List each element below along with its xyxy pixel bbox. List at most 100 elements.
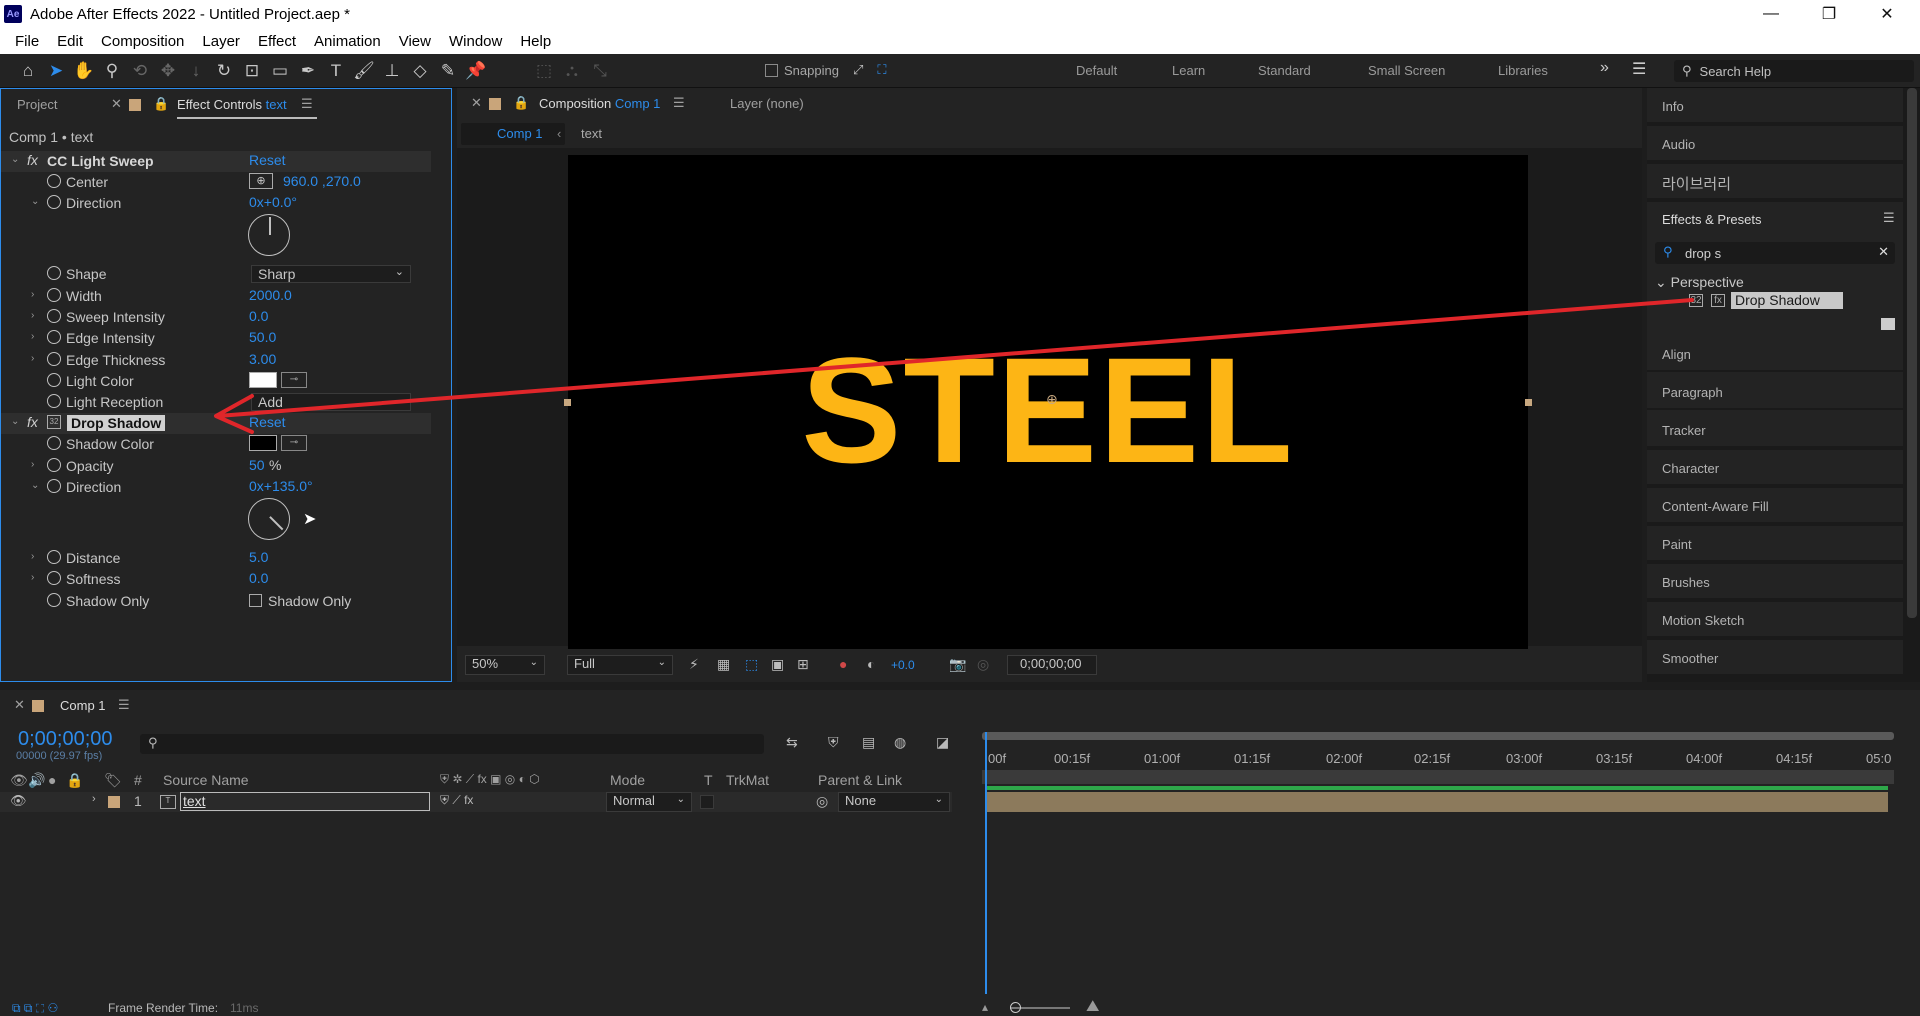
clone-stamp-icon[interactable]: ⊥	[378, 57, 406, 85]
direction-value[interactable]: 0x+0.0°	[249, 194, 297, 210]
region-of-interest-icon[interactable]: ▣	[771, 656, 784, 673]
shadow-only-checkbox[interactable]	[249, 594, 262, 607]
shadow-direction-dial[interactable]	[248, 498, 290, 540]
channel-icon[interactable]: ●	[839, 656, 847, 672]
rectangle-tool-icon[interactable]: ▭	[266, 57, 294, 85]
expand-twirl-icon[interactable]: ⌄	[31, 480, 39, 491]
current-time-indicator[interactable]	[985, 732, 987, 994]
roto-brush-icon[interactable]: ✎	[434, 57, 462, 85]
expand-twirl-icon[interactable]: ›	[31, 289, 34, 300]
eyedropper-icon[interactable]: ⊸	[281, 435, 307, 451]
table-row[interactable]: 👁 › 1 T text ⛨ ⟋ fx Normal ⌄ ◎ None ⌄	[0, 792, 952, 812]
right-panel-scrollbar[interactable]	[1907, 88, 1917, 618]
shape-dropdown[interactable]: Sharp ⌄	[251, 265, 411, 283]
eye-icon[interactable]: 👁	[10, 793, 27, 809]
zoom-dropdown[interactable]: 50% ⌄	[465, 655, 545, 675]
search-help-input[interactable]: ⚲ Search Help	[1674, 60, 1914, 82]
grid-guides-icon[interactable]: ⊞	[797, 656, 809, 673]
layer-duration-bar[interactable]	[986, 792, 1888, 812]
stopwatch-icon[interactable]	[47, 436, 61, 450]
status-toggle-icons[interactable]: ⧉ ⧉ ⛶ ⚇	[12, 1001, 58, 1016]
expand-twirl-icon[interactable]: ›	[31, 353, 34, 364]
close-tab-icon[interactable]: ✕	[471, 95, 482, 111]
tab-project[interactable]: Project	[17, 97, 57, 112]
panel-content-aware-fill[interactable]: Content-Aware Fill	[1647, 488, 1903, 524]
zoom-tool-icon[interactable]: ⚲	[98, 57, 126, 85]
home-icon[interactable]: ⌂	[14, 57, 42, 85]
snap-edges-icon[interactable]: ⤢	[853, 62, 863, 78]
expand-twirl-icon[interactable]: ›	[31, 331, 34, 342]
time-ruler[interactable]: 00f 00:15f 01:00f 01:15f 02:00f 02:15f 0…	[980, 733, 1898, 769]
show-snapshot-icon[interactable]: ◎	[977, 656, 989, 673]
effect-result-drop-shadow[interactable]: Drop Shadow	[1731, 292, 1843, 309]
stopwatch-icon[interactable]	[47, 195, 61, 209]
effect-cc-light-sweep[interactable]: ⌄ fx CC Light Sweep Reset	[1, 151, 431, 172]
close-button[interactable]: ✕	[1858, 0, 1916, 28]
orbit-camera-icon[interactable]: ⟲	[126, 57, 154, 85]
panel-paragraph[interactable]: Paragraph	[1647, 374, 1903, 410]
center-value[interactable]: 960.0 ,270.0	[283, 173, 361, 189]
graph-editor-icon[interactable]: ◪	[936, 734, 949, 751]
edge-thickness-value[interactable]: 3.00	[249, 351, 276, 367]
menu-file[interactable]: File	[6, 33, 48, 50]
reset-link[interactable]: Reset	[249, 152, 286, 168]
restore-button[interactable]: ❐	[1800, 0, 1858, 28]
close-tab-icon[interactable]: ✕	[14, 697, 25, 713]
edge-intensity-value[interactable]: 50.0	[249, 329, 276, 345]
workspace-menu-icon[interactable]: ☰	[1632, 59, 1646, 79]
new-bin-icon[interactable]	[1881, 318, 1895, 330]
shy-layers-icon[interactable]: ▤	[862, 734, 875, 751]
stopwatch-icon[interactable]	[47, 288, 61, 302]
comp-mini-flowchart-icon[interactable]: ⇆	[786, 734, 798, 751]
panel-menu-icon[interactable]: ☰	[118, 697, 130, 713]
layer-label-color-icon[interactable]	[108, 796, 120, 808]
blend-mode-dropdown[interactable]: Normal ⌄	[606, 792, 692, 812]
stopwatch-icon[interactable]	[47, 593, 61, 607]
rotation-tool-icon[interactable]: ↻	[210, 57, 238, 85]
width-value[interactable]: 2000.0	[249, 287, 292, 303]
anchor-point-icon[interactable]: ⊕	[1046, 391, 1058, 408]
expand-twirl-icon[interactable]: ⌄	[31, 196, 39, 207]
lock-icon[interactable]: 🔒	[153, 96, 169, 112]
expand-twirl-icon[interactable]: ›	[92, 793, 96, 805]
tab-effect-controls[interactable]: Effect Controls text	[177, 97, 287, 112]
menu-help[interactable]: Help	[511, 33, 560, 50]
view-axis-icon[interactable]: ⤡	[586, 57, 614, 85]
exposure-value[interactable]: +0.0	[891, 658, 915, 672]
stopwatch-icon[interactable]	[47, 266, 61, 280]
stopwatch-icon[interactable]	[47, 309, 61, 323]
zoom-in-icon[interactable]: ⛰	[1086, 998, 1099, 1016]
breadcrumb-comp[interactable]: Comp 1	[461, 123, 565, 145]
time-navigator[interactable]	[982, 770, 1894, 784]
panel-menu-icon[interactable]: ☰	[673, 95, 685, 111]
resolution-dropdown[interactable]: Full ⌄	[567, 655, 673, 675]
panel-smoother[interactable]: Smoother	[1647, 640, 1903, 676]
tab-composition[interactable]: Composition Comp 1	[539, 96, 660, 111]
menu-edit[interactable]: Edit	[48, 33, 92, 50]
layer-handle-left[interactable]	[564, 399, 571, 406]
fx-icon[interactable]: fx	[27, 414, 38, 430]
fast-previews-icon[interactable]: ⚡	[689, 656, 699, 673]
breadcrumb-layer[interactable]: text	[581, 126, 602, 141]
pan-camera-icon[interactable]: ✥	[154, 57, 182, 85]
tab-timeline-comp[interactable]: Comp 1	[60, 698, 106, 713]
panel-audio[interactable]: Audio	[1647, 126, 1903, 162]
expand-twirl-icon[interactable]: ›	[31, 459, 34, 470]
panel-tracker[interactable]: Tracker	[1647, 412, 1903, 448]
panel-align[interactable]: Align	[1647, 336, 1903, 372]
shadow-color-swatch[interactable]	[249, 435, 277, 451]
stopwatch-icon[interactable]	[47, 550, 61, 564]
shadow-direction-value[interactable]: 0x+135.0°	[249, 478, 313, 494]
panel-info[interactable]: Info	[1647, 88, 1903, 124]
stopwatch-icon[interactable]	[47, 330, 61, 344]
steel-text-layer[interactable]: STEEL	[568, 335, 1528, 485]
timeline-search-input[interactable]: ⚲	[140, 734, 764, 754]
workspace-default[interactable]: Default	[1076, 63, 1117, 78]
layer-switches-icons[interactable]: ⛨ ⟋ fx	[440, 793, 473, 808]
panel-menu-icon[interactable]: ☰	[1883, 210, 1895, 226]
panel-libraries[interactable]: 라이브러리	[1647, 164, 1903, 200]
menu-effect[interactable]: Effect	[249, 33, 305, 50]
stopwatch-icon[interactable]	[47, 352, 61, 366]
direction-dial[interactable]	[248, 214, 290, 256]
pen-tool-icon[interactable]: ✒	[294, 57, 322, 85]
